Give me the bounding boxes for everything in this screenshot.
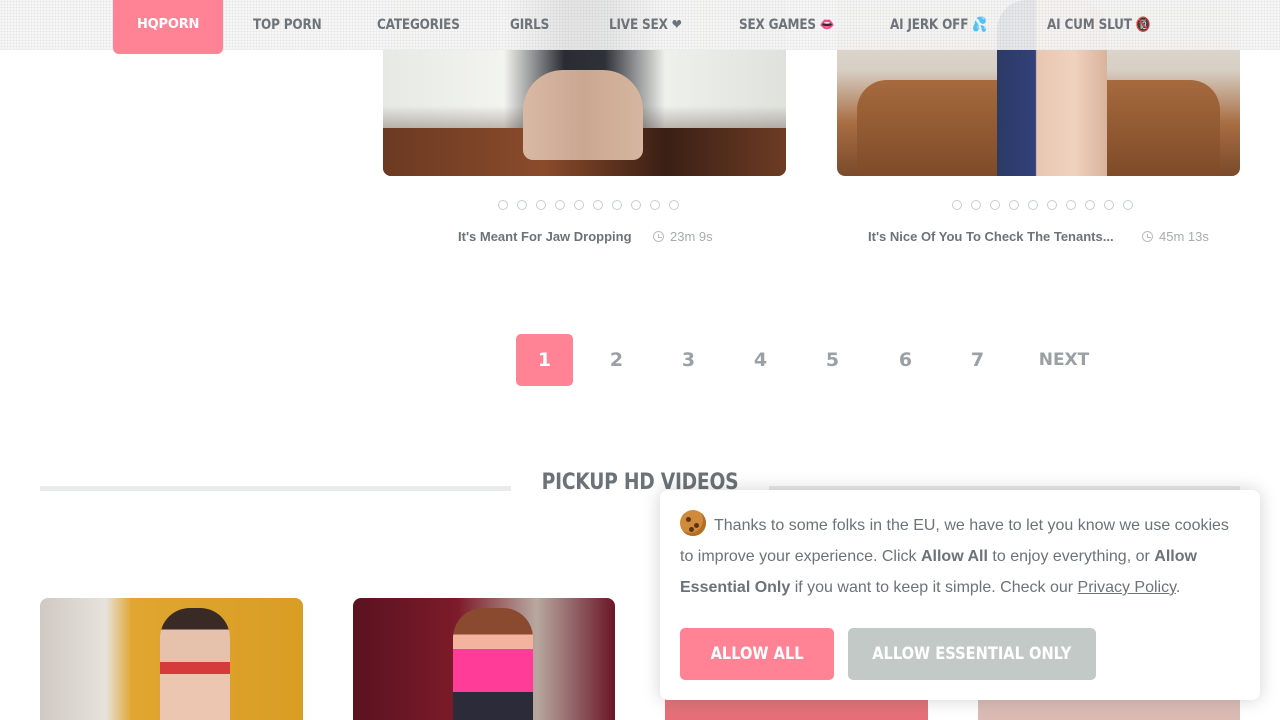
video-thumbnail[interactable]: [353, 598, 615, 720]
allow-all-button[interactable]: ALLOW ALL: [680, 628, 834, 680]
video-duration: 23m 9s: [653, 229, 713, 244]
allow-all-label: ALLOW ALL: [710, 644, 804, 664]
cookie-icon: [680, 510, 706, 536]
slide-dot-icon[interactable]: [536, 200, 546, 210]
nav-item-hqporn[interactable]: HQPORN: [113, 0, 224, 54]
section-divider: [40, 486, 511, 491]
slide-dot-icon[interactable]: [574, 200, 584, 210]
cookie-text-part: to enjoy everything, or: [987, 548, 1155, 565]
video-title[interactable]: It's Meant For Jaw Dropping: [458, 229, 632, 244]
page-3-button[interactable]: 3: [660, 334, 717, 386]
cookie-message: Thanks to some folks in the EU, we have …: [680, 510, 1240, 603]
cookie-text-part: .: [1175, 579, 1181, 596]
slide-dot-icon[interactable]: [1104, 200, 1114, 210]
thumbnail-image-part: [160, 608, 230, 720]
thumbnail-image-part: [453, 608, 533, 720]
slide-dot-icon[interactable]: [1123, 200, 1133, 210]
slide-dot-icon[interactable]: [1009, 200, 1019, 210]
video-thumbnail[interactable]: [40, 598, 303, 720]
preview-dots: [498, 200, 679, 210]
clock-icon: [653, 231, 664, 242]
slide-dot-icon[interactable]: [952, 200, 962, 210]
allow-essential-only-button[interactable]: ALLOW ESSENTIAL ONLY: [848, 628, 1096, 680]
slide-dot-icon[interactable]: [631, 200, 641, 210]
thumbnail-image-part: [523, 70, 643, 160]
page-1-button[interactable]: 1: [516, 334, 573, 386]
page-2-button[interactable]: 2: [588, 334, 645, 386]
clock-icon: [1142, 231, 1153, 242]
slide-dot-icon[interactable]: [990, 200, 1000, 210]
slide-dot-icon[interactable]: [517, 200, 527, 210]
video-duration: 45m 13s: [1142, 229, 1209, 244]
slide-dot-icon[interactable]: [669, 200, 679, 210]
slide-dot-icon[interactable]: [593, 200, 603, 210]
nav-item-top-porn[interactable]: TOP PORN: [253, 0, 322, 50]
preview-dots: [952, 200, 1133, 210]
slide-dot-icon[interactable]: [612, 200, 622, 210]
page-6-button[interactable]: 6: [877, 334, 934, 386]
cookie-consent-banner: Thanks to some folks in the EU, we have …: [660, 490, 1260, 700]
duration-text: 23m 9s: [670, 229, 713, 244]
duration-text: 45m 13s: [1159, 229, 1209, 244]
page-4-button[interactable]: 4: [732, 334, 789, 386]
nav-item-ai-cum-slut[interactable]: AI CUM SLUT 🔞: [1047, 0, 1151, 50]
allow-essential-label: ALLOW ESSENTIAL ONLY: [872, 644, 1072, 664]
nav-item-live-sex[interactable]: LIVE SEX ❤: [609, 0, 682, 50]
cookie-text-bold: Allow All: [920, 548, 988, 565]
cookie-text-part: if you want to keep it simple. Check our: [790, 579, 1078, 596]
slide-dot-icon[interactable]: [971, 200, 981, 210]
slide-dot-icon[interactable]: [1028, 200, 1038, 210]
nav-item-sex-games[interactable]: SEX GAMES 👄: [739, 0, 835, 50]
top-nav: HQPORN TOP PORN CATEGORIES GIRLS LIVE SE…: [0, 0, 1280, 54]
next-page-button[interactable]: NEXT: [1030, 334, 1098, 386]
nav-item-categories[interactable]: CATEGORIES: [377, 0, 460, 50]
slide-dot-icon[interactable]: [555, 200, 565, 210]
slide-dot-icon[interactable]: [1066, 200, 1076, 210]
slide-dot-icon[interactable]: [1085, 200, 1095, 210]
slide-dot-icon[interactable]: [650, 200, 660, 210]
page-7-button[interactable]: 7: [949, 334, 1006, 386]
slide-dot-icon[interactable]: [1047, 200, 1057, 210]
nav-item-girls[interactable]: GIRLS: [510, 0, 549, 50]
nav-item-ai-jerk-off[interactable]: AI JERK OFF 💦: [890, 0, 987, 50]
privacy-policy-link[interactable]: Privacy Policy: [1078, 579, 1176, 596]
slide-dot-icon[interactable]: [498, 200, 508, 210]
video-title[interactable]: It's Nice Of You To Check The Tenants...: [868, 229, 1114, 244]
page-5-button[interactable]: 5: [804, 334, 861, 386]
